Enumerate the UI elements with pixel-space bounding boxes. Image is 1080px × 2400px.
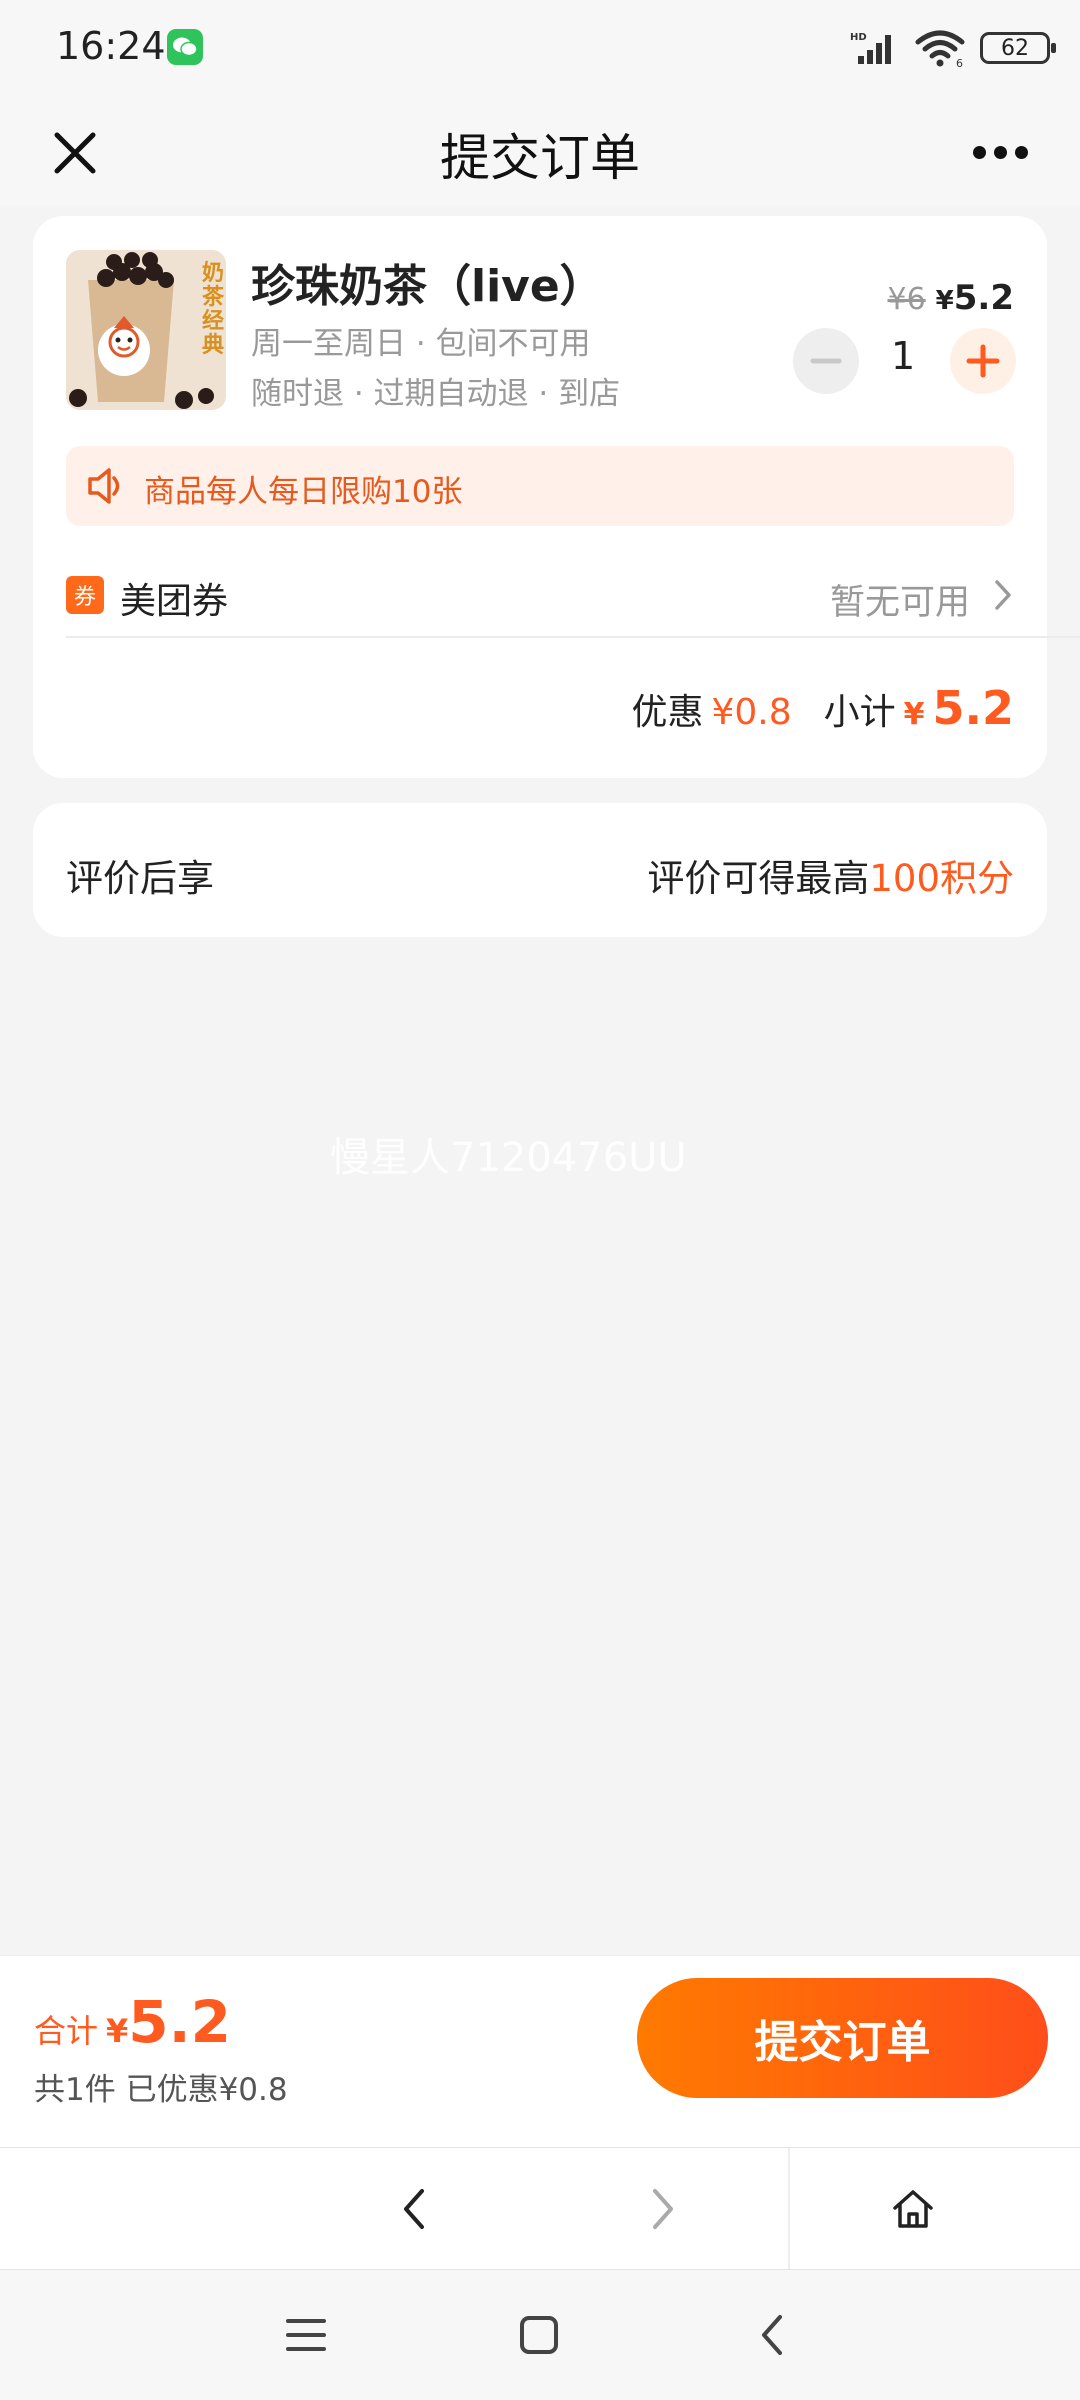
header: 提交订单 — [0, 100, 1080, 206]
current-price: ¥5.2 — [935, 278, 1014, 318]
home-icon — [893, 2190, 933, 2228]
order-card: 奶茶经典 珍珠奶茶（live） 周一至周日 · 包间不可用 随时退 · 过期自动… — [33, 216, 1080, 778]
quantity-decrease-button[interactable] — [793, 328, 859, 394]
review-reward-label: 评价后享 — [66, 857, 214, 900]
quantity-increase-button[interactable] — [950, 328, 1016, 394]
status-icons: HD 6 62 — [850, 28, 1056, 68]
price-summary: 优惠 ¥0.8 小计 ¥ 5.2 — [631, 681, 1014, 735]
page-title: 提交订单 — [440, 129, 640, 187]
review-reward-card: 评价后享 评价可得最高100积分 — [33, 803, 1047, 937]
status-time: 16:24 — [56, 24, 166, 68]
system-back-button[interactable] — [738, 2300, 808, 2370]
wifi-icon: 6 — [915, 30, 965, 68]
square-icon — [520, 2316, 558, 2354]
total-price: 合计 ¥ 5.2 — [34, 1988, 231, 2056]
back-button[interactable] — [380, 2174, 450, 2244]
subtotal-currency: ¥ — [903, 697, 925, 732]
product-refund-policy: 随时退 · 过期自动退 · 到店 — [251, 376, 621, 412]
svg-text:HD: HD — [850, 32, 867, 43]
system-navigation — [0, 2269, 1080, 2400]
review-reward-points: 100积分 — [869, 857, 1014, 900]
total-currency: ¥ — [106, 2012, 129, 2050]
chevron-right-icon — [995, 580, 1011, 610]
system-home-button[interactable] — [504, 2300, 574, 2370]
checkout-bar: 合计 ¥ 5.2 共1件 已优惠¥0.8 提交订单 — [0, 1955, 1080, 2147]
submit-order-button[interactable]: 提交订单 — [637, 1978, 1048, 2098]
coupon-value: 暂无可用 — [829, 583, 970, 623]
quantity-value: 1 — [891, 334, 916, 378]
milk-tea-illustration: 奶茶经典 — [66, 250, 226, 410]
coupon-label: 美团券 — [120, 581, 229, 622]
recent-apps-button[interactable] — [271, 2300, 341, 2370]
more-button[interactable] — [960, 122, 1040, 182]
forward-button[interactable] — [627, 2174, 697, 2244]
divider — [66, 636, 1080, 638]
back-icon — [762, 2315, 782, 2355]
wechat-icon — [167, 29, 203, 65]
product-name: 珍珠奶茶（live） — [251, 261, 604, 312]
price-row: ¥6 ¥5.2 — [887, 278, 1014, 318]
browser-navigation — [0, 2147, 1080, 2270]
original-price: ¥6 — [887, 282, 926, 317]
signal-icon: HD — [850, 32, 891, 64]
divider — [788, 2148, 790, 2270]
menu-icon — [286, 2319, 326, 2351]
product-image: 奶茶经典 — [66, 250, 226, 410]
total-label: 合计 — [34, 2012, 99, 2050]
home-button[interactable] — [878, 2174, 948, 2244]
svg-text:6: 6 — [956, 57, 963, 68]
watermark-text: 慢星人7120476UU — [330, 1135, 687, 1181]
total-value: 5.2 — [128, 1988, 232, 2056]
purchase-limit-banner: 商品每人每日限购10张 — [66, 446, 1014, 526]
battery-icon: 62 — [980, 32, 1056, 64]
more-icon — [972, 145, 986, 159]
subtotal-value: 5.2 — [932, 681, 1015, 735]
product-image-text: 奶茶经典 — [202, 260, 225, 358]
battery-level: 62 — [1001, 35, 1029, 61]
plus-icon — [966, 344, 1000, 378]
coupon-tag-icon: 券 — [66, 576, 104, 614]
minus-icon — [810, 358, 842, 364]
coupon-row[interactable]: 券 美团券 暂无可用 — [66, 564, 1014, 634]
product-schedule: 周一至周日 · 包间不可用 — [251, 326, 591, 362]
review-reward-text: 评价可得最高100积分 — [647, 857, 1014, 900]
purchase-limit-text: 商品每人每日限购10张 — [144, 474, 463, 510]
discount-value: ¥0.8 — [711, 692, 792, 733]
item-count-discount: 共1件 已优惠¥0.8 — [34, 2072, 288, 2108]
status-bar: 16:24 HD 6 62 — [0, 0, 1080, 100]
subtotal-label: 小计 — [823, 692, 896, 733]
speaker-icon — [88, 468, 120, 504]
discount-label: 优惠 — [631, 692, 704, 733]
forward-icon — [653, 2189, 673, 2229]
back-icon — [404, 2189, 424, 2229]
